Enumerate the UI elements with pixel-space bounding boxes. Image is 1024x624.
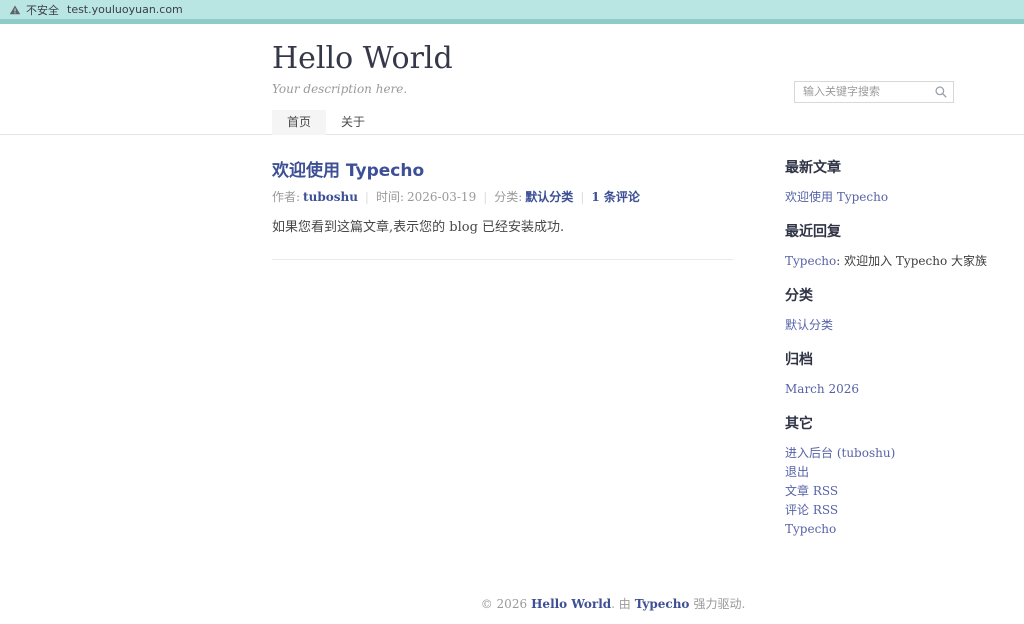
- search-box: [794, 80, 954, 103]
- search-input[interactable]: [794, 80, 954, 103]
- copyright-text: © 2026: [480, 597, 528, 611]
- widget-misc: 其它 进入后台 (tuboshu) 退出 文章 RSS 评论 RSS Typec…: [785, 417, 950, 539]
- main-nav: 首页 关于: [272, 110, 954, 135]
- widget-recent-replies: 最近回复 Typecho: 欢迎加入 Typecho 大家族: [785, 224, 987, 271]
- widget-title: 归档: [785, 352, 813, 368]
- page-content: 欢迎使用 Typecho 作者: tuboshu | 时间: 2026-03-19 | 分类…: [272, 135, 987, 557]
- list-item: 文章 RSS: [785, 482, 950, 501]
- widget-latest-posts: 最新文章 欢迎使用 Typecho: [785, 161, 950, 207]
- post-meta: 作者: tuboshu | 时间: 2026-03-19 | 分类: 默认分类 | 1 条评论: [272, 190, 733, 205]
- meta-separator: |: [364, 190, 369, 204]
- meta-separator: |: [580, 190, 585, 204]
- post-title: 欢迎使用 Typecho: [272, 161, 733, 181]
- reply-author-link[interactable]: Typecho: [785, 254, 836, 268]
- archive-link[interactable]: March 2026: [785, 382, 859, 396]
- sidebar: 最新文章 欢迎使用 Typecho 最近回复 Typecho: 欢迎加入 Typ…: [785, 135, 987, 557]
- list-item: Typecho: [785, 520, 950, 539]
- powered-by-text: . 由: [611, 597, 631, 611]
- widget-title: 最新文章: [785, 160, 841, 176]
- author-label: 作者:: [272, 190, 301, 204]
- typecho-link[interactable]: Typecho: [785, 522, 836, 536]
- list-item: 评论 RSS: [785, 501, 950, 520]
- comments-link[interactable]: 1 条评论: [591, 190, 640, 204]
- site-title-link[interactable]: Hello World: [272, 41, 453, 76]
- post-date: 2026-03-19: [407, 190, 477, 204]
- category-label: 分类:: [494, 190, 523, 204]
- widget-archives: 归档 March 2026: [785, 353, 950, 399]
- site-header: Hello World Your description here. 首页 关于: [0, 24, 1024, 135]
- footer-site-link[interactable]: Hello World: [531, 597, 611, 611]
- footer-typecho-link[interactable]: Typecho: [635, 597, 690, 611]
- latest-post-link[interactable]: 欢迎使用 Typecho: [785, 190, 888, 204]
- url-text[interactable]: test.youluoyuan.com: [67, 3, 183, 16]
- list-item: 默认分类: [785, 316, 950, 335]
- post: 欢迎使用 Typecho 作者: tuboshu | 时间: 2026-03-19 | 分类…: [272, 161, 733, 237]
- post-title-link[interactable]: 欢迎使用 Typecho: [272, 161, 424, 181]
- site-footer: © 2026 Hello World. 由 Typecho 强力驱动.: [272, 557, 954, 624]
- list-item: Typecho: 欢迎加入 Typecho 大家族: [785, 252, 987, 271]
- author-link[interactable]: tuboshu: [303, 190, 358, 204]
- post-divider: [272, 259, 733, 260]
- widget-categories: 分类 默认分类: [785, 289, 950, 335]
- widget-title: 其它: [785, 416, 813, 432]
- nav-item-home[interactable]: 首页: [272, 110, 327, 135]
- logout-link[interactable]: 退出: [785, 465, 809, 479]
- search-icon[interactable]: [934, 84, 948, 103]
- admin-link[interactable]: 进入后台 (tuboshu): [785, 446, 895, 460]
- post-list: 欢迎使用 Typecho 作者: tuboshu | 时间: 2026-03-19 | 分类…: [272, 135, 733, 557]
- reply-excerpt: : 欢迎加入 Typecho 大家族: [836, 254, 987, 268]
- category-link[interactable]: 默认分类: [525, 190, 573, 204]
- list-item: 退出: [785, 463, 950, 482]
- security-label[interactable]: 不安全: [26, 2, 59, 18]
- nav-item-about[interactable]: 关于: [326, 110, 380, 135]
- category-sidebar-link[interactable]: 默认分类: [785, 318, 833, 332]
- powered-suffix-text: 强力驱动.: [693, 597, 746, 611]
- widget-title: 最近回复: [785, 224, 841, 240]
- browser-address-bar[interactable]: 不安全 test.youluoyuan.com: [0, 0, 1024, 19]
- post-rss-link[interactable]: 文章 RSS: [785, 484, 838, 498]
- list-item: 欢迎使用 Typecho: [785, 188, 950, 207]
- time-label: 时间:: [375, 190, 405, 204]
- site-title: Hello World: [272, 42, 954, 76]
- list-item: 进入后台 (tuboshu): [785, 444, 950, 463]
- warning-icon: [9, 4, 21, 16]
- comment-rss-link[interactable]: 评论 RSS: [785, 503, 838, 517]
- list-item: March 2026: [785, 380, 950, 399]
- meta-separator: |: [483, 190, 488, 204]
- widget-title: 分类: [785, 288, 813, 304]
- post-body: 如果您看到这篇文章,表示您的 blog 已经安装成功.: [272, 220, 565, 235]
